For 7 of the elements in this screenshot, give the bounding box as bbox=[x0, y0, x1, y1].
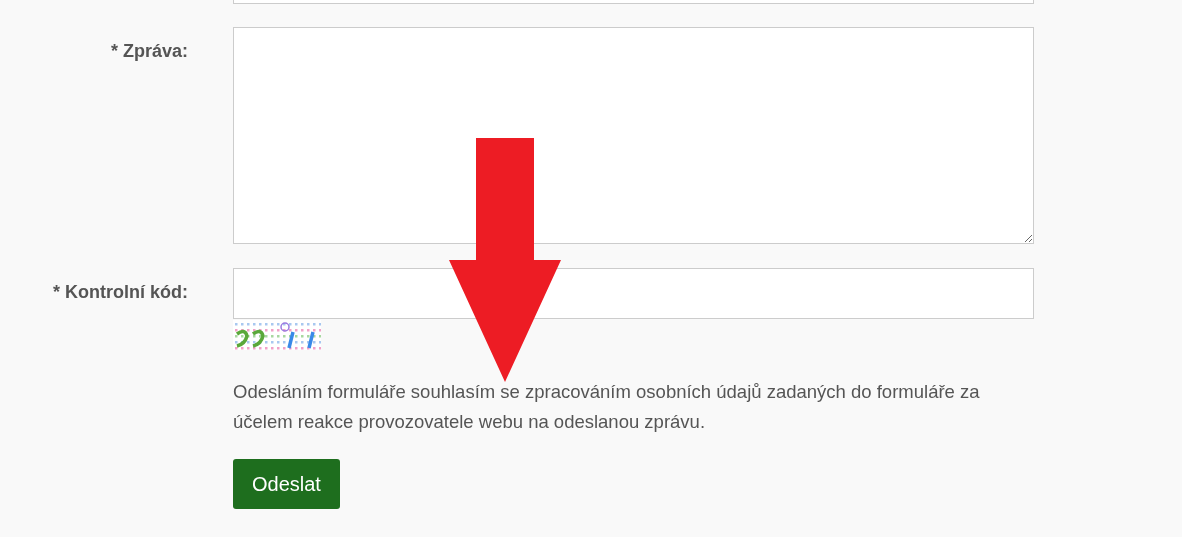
submit-button[interactable]: Odeslat bbox=[233, 459, 340, 509]
consent-text: Odesláním formuláře souhlasím se zpracováním osobních údajů zadaných do formuláře za účelem reakce provozovatele webu na odeslanou zprávu. bbox=[233, 380, 981, 434]
message-field[interactable] bbox=[233, 27, 1034, 244]
field-label: * Zpráva: bbox=[110, 41, 188, 62]
input-field[interactable] bbox=[233, 0, 1034, 4]
input-field[interactable] bbox=[233, 268, 1034, 319]
field-label: * Kontrolní kód: bbox=[53, 282, 188, 303]
